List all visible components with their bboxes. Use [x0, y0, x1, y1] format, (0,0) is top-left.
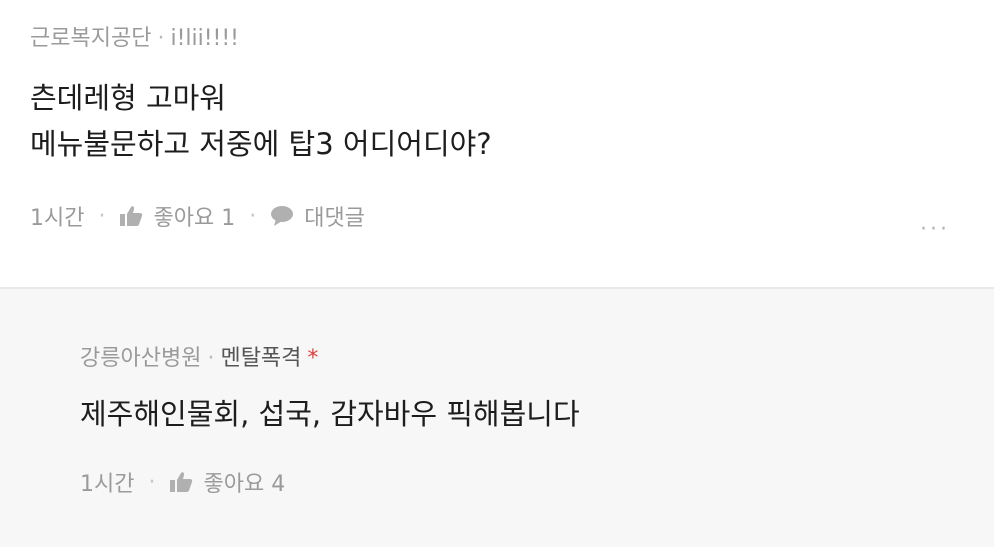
- comment-body: 제주해인물회, 섭국, 감자바우 픽해봅니다: [80, 391, 580, 437]
- meta-separator: ·: [207, 346, 215, 371]
- thumbs-up-icon: [120, 206, 143, 226]
- reply-button[interactable]: 대댓글: [270, 200, 365, 232]
- action-separator: ·: [98, 203, 106, 229]
- like-label: 좋아요 1: [153, 206, 236, 231]
- author-badge: *: [307, 346, 319, 371]
- comment-line: 제주해인물회, 섭국, 감자바우 픽해봅니다: [80, 397, 580, 431]
- comment-body: 츤데레형 고마워 메뉴불문하고 저중에 탑3 어디어디야?: [30, 75, 492, 167]
- like-label: 좋아요 4: [203, 472, 286, 497]
- comment-line: 츤데레형 고마워: [30, 81, 226, 115]
- comment-1: 근로복지공단 · i!lii!!!! 츤데레형 고마워 메뉴불문하고 저중에 탑3 …: [0, 0, 994, 287]
- comment-meta: 근로복지공단 · i!lii!!!!: [30, 20, 239, 52]
- timestamp: 1시간: [30, 206, 85, 231]
- comment-actions: 1시간 · 좋아요 1 · 대댓글: [30, 200, 365, 232]
- author-nickname[interactable]: i!lii!!!!: [170, 26, 239, 51]
- author-nickname[interactable]: 멘탈폭격: [220, 346, 301, 371]
- more-options-button[interactable]: ···: [920, 217, 950, 242]
- thumbs-up-icon: [170, 472, 193, 492]
- action-separator: ·: [148, 469, 156, 495]
- like-button[interactable]: 좋아요 4: [169, 466, 285, 498]
- comment-meta: 강릉아산병원 · 멘탈폭격 *: [80, 340, 318, 372]
- meta-separator: ·: [157, 26, 165, 51]
- action-separator: ·: [249, 203, 257, 229]
- timestamp: 1시간: [80, 472, 135, 497]
- author-affiliation[interactable]: 근로복지공단: [30, 26, 151, 51]
- speech-bubble-icon: [271, 206, 294, 226]
- author-affiliation[interactable]: 강릉아산병원: [80, 346, 201, 371]
- reply-label: 대댓글: [304, 206, 365, 231]
- like-button[interactable]: 좋아요 1: [119, 200, 235, 232]
- comment-line: 메뉴불문하고 저중에 탑3 어디어디야?: [30, 127, 492, 161]
- comment-actions: 1시간 · 좋아요 4: [80, 466, 285, 498]
- comment-reply: 강릉아산병원 · 멘탈폭격 * 제주해인물회, 섭국, 감자바우 픽해봅니다 1시간 …: [0, 287, 994, 547]
